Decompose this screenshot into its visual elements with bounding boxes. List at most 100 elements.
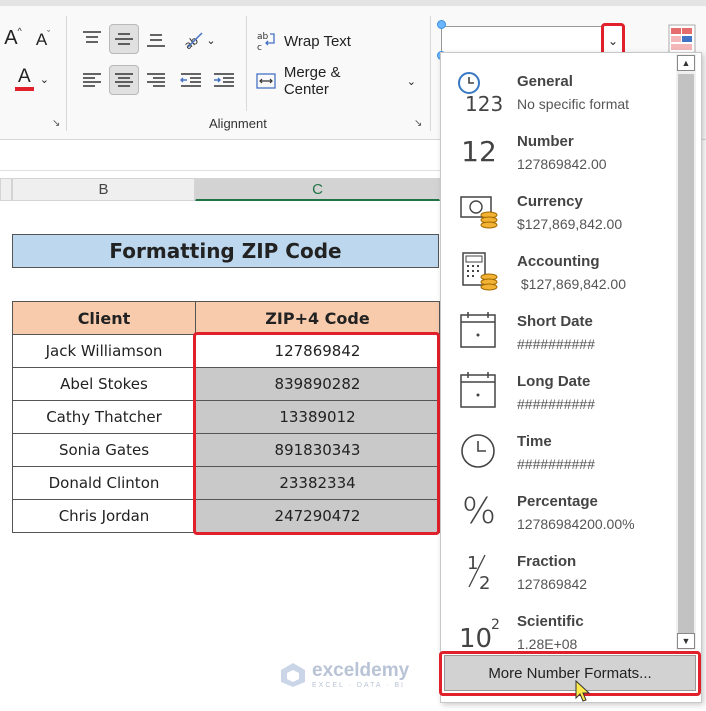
chevron-down-icon: ⌄: [39, 73, 49, 86]
conditional-formatting-icon[interactable]: [668, 24, 696, 54]
align-right-button[interactable]: [142, 66, 170, 94]
number-12-icon: 12: [461, 134, 497, 168]
font-dialog-launcher-icon[interactable]: ↘: [52, 118, 60, 129]
chevron-down-icon: ⌄: [206, 34, 216, 47]
separator: [246, 16, 247, 111]
format-item-fraction[interactable]: 12 Fraction 127869842: [441, 541, 677, 601]
decrease-indent-icon: [180, 73, 201, 87]
wrap-text-icon: abc: [257, 32, 275, 52]
format-item-general[interactable]: 123 General No specific format: [441, 61, 677, 121]
format-preview: $127,869,842.00: [517, 216, 623, 232]
increase-indent-button[interactable]: [209, 66, 239, 94]
currency-icon: [455, 189, 503, 233]
client-cell[interactable]: Abel Stokes: [12, 367, 196, 401]
selection-handle-icon: [437, 20, 446, 29]
column-header-c[interactable]: C: [195, 178, 440, 201]
bottom-align-button[interactable]: [142, 26, 170, 54]
percent-icon: %: [461, 490, 497, 532]
increase-font-icon: A: [4, 26, 18, 49]
client-cell[interactable]: Donald Clinton: [12, 466, 196, 500]
number-format-dropdown: 123 General No specific format 12 Number…: [440, 52, 702, 703]
column-header-a[interactable]: [0, 178, 12, 201]
middle-align-button[interactable]: [109, 24, 139, 54]
orientation-button[interactable]: ab ⌄: [176, 26, 222, 54]
orientation-icon: ab: [182, 32, 203, 50]
top-align-button[interactable]: [78, 24, 106, 52]
watermark-brand: exceldemy: [312, 660, 410, 681]
merge-center-button[interactable]: Merge & Center ⌄: [256, 64, 416, 98]
merge-center-icon: [256, 73, 276, 89]
format-item-long-date[interactable]: Long Date ##########: [441, 361, 677, 421]
format-name: Time: [517, 433, 552, 450]
fraction-icon: 12: [455, 549, 503, 593]
exceldemy-logo: exceldemy EXCEL · DATA · BI: [280, 660, 409, 689]
format-name: General: [517, 73, 573, 90]
client-cell[interactable]: Jack Williamson: [12, 334, 196, 368]
sheet-title-cell[interactable]: Formatting ZIP Code: [12, 234, 439, 268]
format-preview: 1.28E+08: [517, 636, 578, 652]
align-middle-icon: [115, 33, 133, 45]
align-top-icon: [83, 31, 101, 43]
format-item-accounting[interactable]: Accounting $127,869,842.00: [441, 241, 677, 301]
align-left-icon: [83, 73, 101, 87]
client-cell[interactable]: Sonia Gates: [12, 433, 196, 467]
font-color-button[interactable]: A ⌄: [10, 64, 54, 94]
svg-text:c: c: [257, 43, 262, 52]
align-left-button[interactable]: [78, 66, 106, 94]
format-name: Fraction: [517, 553, 577, 570]
format-preview: $127,869,842.00: [517, 276, 626, 292]
table-header-row: Client ZIP+4 Code: [12, 301, 440, 335]
formula-bar[interactable]: [0, 141, 440, 171]
format-item-percentage[interactable]: % Percentage 12786984200.00%: [441, 481, 677, 541]
svg-text:2: 2: [479, 573, 490, 593]
column-header-b[interactable]: B: [12, 178, 195, 201]
scroll-thumb[interactable]: [678, 74, 694, 634]
format-name: Currency: [517, 193, 583, 210]
alignment-group-label: Alignment: [209, 116, 267, 131]
format-preview: 127869842.00: [517, 156, 607, 172]
format-preview: No specific format: [517, 96, 630, 112]
clock-123-icon: 123: [455, 69, 503, 113]
wrap-text-label: Wrap Text: [284, 32, 351, 50]
client-cell[interactable]: Chris Jordan: [12, 499, 196, 533]
format-item-number[interactable]: 12 Number 127869842.00: [441, 121, 677, 181]
format-name: Number: [517, 133, 574, 150]
wrap-text-button[interactable]: ab c Wrap Text: [256, 26, 356, 56]
align-center-button[interactable]: [109, 65, 139, 95]
format-name: Short Date: [517, 313, 593, 330]
watermark-tagline: EXCEL · DATA · BI: [312, 682, 405, 689]
merge-center-label: Merge & Center: [283, 64, 341, 98]
separator: [66, 16, 67, 131]
format-name: Scientific: [517, 613, 584, 630]
more-number-formats-button[interactable]: More Number Formats...: [444, 655, 696, 691]
format-item-currency[interactable]: Currency $127,869,842.00: [441, 181, 677, 241]
format-name: Accounting: [517, 253, 600, 270]
decrease-font-icon: A: [35, 30, 48, 49]
align-bottom-icon: [147, 34, 165, 47]
calendar-icon: [455, 369, 503, 413]
decrease-indent-button[interactable]: [176, 66, 206, 94]
increase-indent-icon: [214, 73, 234, 87]
scroll-up-icon[interactable]: ▲: [677, 55, 695, 71]
up-caret-icon: ^: [17, 26, 22, 36]
clock-icon: [455, 429, 503, 473]
client-cell[interactable]: Cathy Thatcher: [12, 400, 196, 434]
svg-text:ab: ab: [257, 32, 269, 42]
format-preview: ##########: [517, 396, 595, 412]
more-number-formats-label: More Number Formats...: [488, 664, 652, 682]
decrease-font-size-button[interactable]: Aˇ: [30, 26, 56, 54]
svg-text:123: 123: [465, 92, 503, 113]
format-preview: ##########: [517, 456, 595, 472]
alignment-dialog-launcher-icon[interactable]: ↘: [414, 118, 422, 129]
svg-text:2: 2: [491, 617, 500, 633]
dropdown-scrollbar[interactable]: ▲ ▼: [676, 54, 696, 650]
format-preview: ##########: [517, 336, 595, 352]
scientific-icon: 10 2: [455, 609, 503, 653]
scroll-down-icon[interactable]: ▼: [677, 633, 695, 649]
format-item-time[interactable]: Time ##########: [441, 421, 677, 481]
increase-font-size-button[interactable]: A ^: [0, 24, 26, 52]
zip-header[interactable]: ZIP+4 Code: [195, 301, 440, 335]
format-name: Percentage: [517, 493, 598, 510]
client-header[interactable]: Client: [12, 301, 196, 335]
format-item-short-date[interactable]: Short Date ##########: [441, 301, 677, 361]
